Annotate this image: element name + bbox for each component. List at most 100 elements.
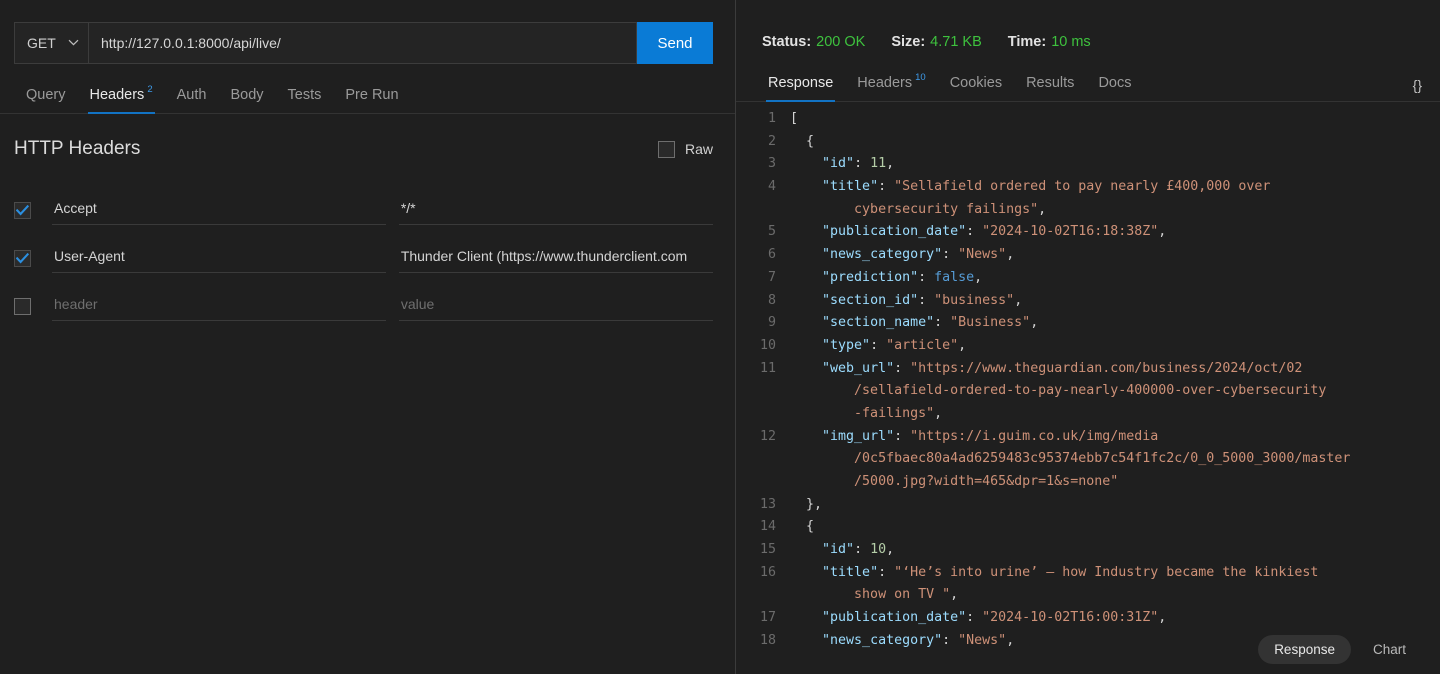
header-enabled-checkbox[interactable] (14, 249, 31, 267)
code-token: "article" (886, 337, 959, 353)
code-token: : (942, 632, 959, 648)
code-line: 10 "type": "article", (736, 335, 1440, 358)
line-number (736, 403, 790, 426)
code-line: 5 "publication_date": "2024-10-02T16:18:… (736, 221, 1440, 244)
header-key-input[interactable] (52, 195, 386, 225)
line-number: 11 (759, 360, 776, 376)
response-tab-response[interactable]: Response (756, 64, 845, 102)
tab-pre-run[interactable]: Pre Run (333, 76, 410, 114)
headers-header-row: HTTP Headers Raw (14, 138, 713, 160)
raw-toggle[interactable]: Raw (657, 140, 713, 158)
time-value: 10 ms (1051, 34, 1091, 50)
view-toggle-response[interactable]: Response (1258, 635, 1351, 664)
code-token: "id" (822, 542, 855, 558)
line-number: 7 (767, 269, 776, 285)
code-line: 7 "prediction": false, (736, 267, 1440, 290)
response-tab-results[interactable]: Results (1014, 64, 1086, 102)
code-token: : (918, 269, 935, 285)
code-token: "Sellafield ordered to pay nearly £400,0… (894, 179, 1271, 195)
code-token: "id" (822, 156, 855, 172)
header-key-input[interactable] (52, 243, 386, 273)
line-number (736, 199, 790, 222)
braces-icon[interactable]: {} (1413, 77, 1422, 93)
code-token: , (1038, 201, 1047, 217)
url-input[interactable] (88, 22, 637, 64)
header-key-input[interactable] (52, 291, 386, 321)
code-text: -failings", (790, 403, 942, 426)
code-text: "title": "‘He’s into urine’ – how Indust… (790, 562, 1318, 585)
tab-label: Headers (89, 87, 145, 103)
code-token: "News" (958, 632, 1007, 648)
code-token: , (1158, 224, 1167, 240)
code-token: , (1158, 610, 1167, 626)
tab-headers[interactable]: Headers 2 (78, 76, 165, 114)
tab-query[interactable]: Query (14, 76, 78, 114)
response-code-view[interactable]: 1[2 {3 "id": 11, 4 "title": "Sellafield o… (736, 108, 1440, 668)
code-token: cybersecurity failings" (854, 201, 1039, 217)
tab-label: Query (26, 87, 66, 103)
code-token: : (918, 292, 935, 308)
header-rows (14, 186, 713, 330)
code-token: /sellafield-ordered-to-pay-nearly-400000… (854, 383, 1327, 399)
tab-label: Headers (857, 75, 913, 91)
code-token: } (790, 496, 815, 512)
request-panel: GET Send Query Headers2 Auth Body Tests Pre R… (0, 0, 736, 674)
response-tab-docs[interactable]: Docs (1086, 64, 1143, 102)
code-text: "title": "Sellafield ordered to pay near… (790, 176, 1270, 199)
send-button[interactable]: Send (637, 22, 713, 64)
tab-label: Body (230, 87, 264, 103)
code-text: "id": 11, (790, 153, 894, 176)
line-number: 13 (759, 496, 776, 512)
view-toggle-chart[interactable]: Chart (1357, 635, 1422, 664)
code-line: 11 "web_url": "https://www.theguardian.c… (736, 358, 1440, 381)
code-line: 3 "id": 11, (736, 153, 1440, 176)
response-tab-cookies[interactable]: Cookies (938, 64, 1014, 102)
code-token: "img_url" (822, 428, 895, 444)
tab-tests[interactable]: Tests (276, 76, 334, 114)
response-tabs: Response Headers 10 Cookies Results Docs {} (736, 64, 1440, 102)
header-value-input[interactable] (398, 291, 713, 321)
raw-checkbox[interactable] (657, 140, 675, 158)
code-token: : (966, 224, 983, 240)
line-number: 15 (759, 542, 776, 558)
code-line: 6 "news_category": "News", (736, 244, 1440, 267)
header-enabled-checkbox[interactable] (14, 201, 31, 219)
header-value-input[interactable] (398, 243, 713, 273)
tab-body[interactable]: Body (218, 76, 275, 114)
code-line: 14 { (736, 516, 1440, 539)
header-value-input[interactable] (398, 195, 713, 225)
http-headers-section: HTTP Headers Raw (0, 114, 735, 330)
status-label: Status: (762, 34, 812, 50)
code-line: 15 "id": 10, (736, 539, 1440, 562)
time-label: Time: (1007, 34, 1047, 50)
code-token: [ (790, 111, 799, 126)
code-token: "section_id" (822, 292, 919, 308)
code-text: "news_category": "News", (790, 244, 1014, 267)
tab-label: Tests (287, 87, 322, 103)
tab-auth[interactable]: Auth (165, 76, 219, 114)
header-enabled-checkbox[interactable] (14, 297, 31, 315)
code-token: : (878, 564, 895, 580)
code-token: : (942, 247, 959, 263)
code-token: "title" (822, 564, 879, 580)
code-token: , (1006, 632, 1015, 648)
code-line: show on TV ", (736, 584, 1440, 607)
code-token: , (958, 337, 967, 353)
http-method-select[interactable]: GET (14, 22, 88, 64)
response-tab-headers[interactable]: Headers 10 (845, 64, 937, 102)
code-token: "Business" (950, 315, 1031, 331)
code-token: "https://www.theguardian.com/business/20… (910, 360, 1303, 376)
line-number: 17 (759, 610, 776, 626)
code-text: cybersecurity failings", (790, 199, 1046, 222)
code-line: 1[ (736, 108, 1440, 131)
code-token: : (870, 337, 887, 353)
line-number: 9 (767, 315, 776, 331)
